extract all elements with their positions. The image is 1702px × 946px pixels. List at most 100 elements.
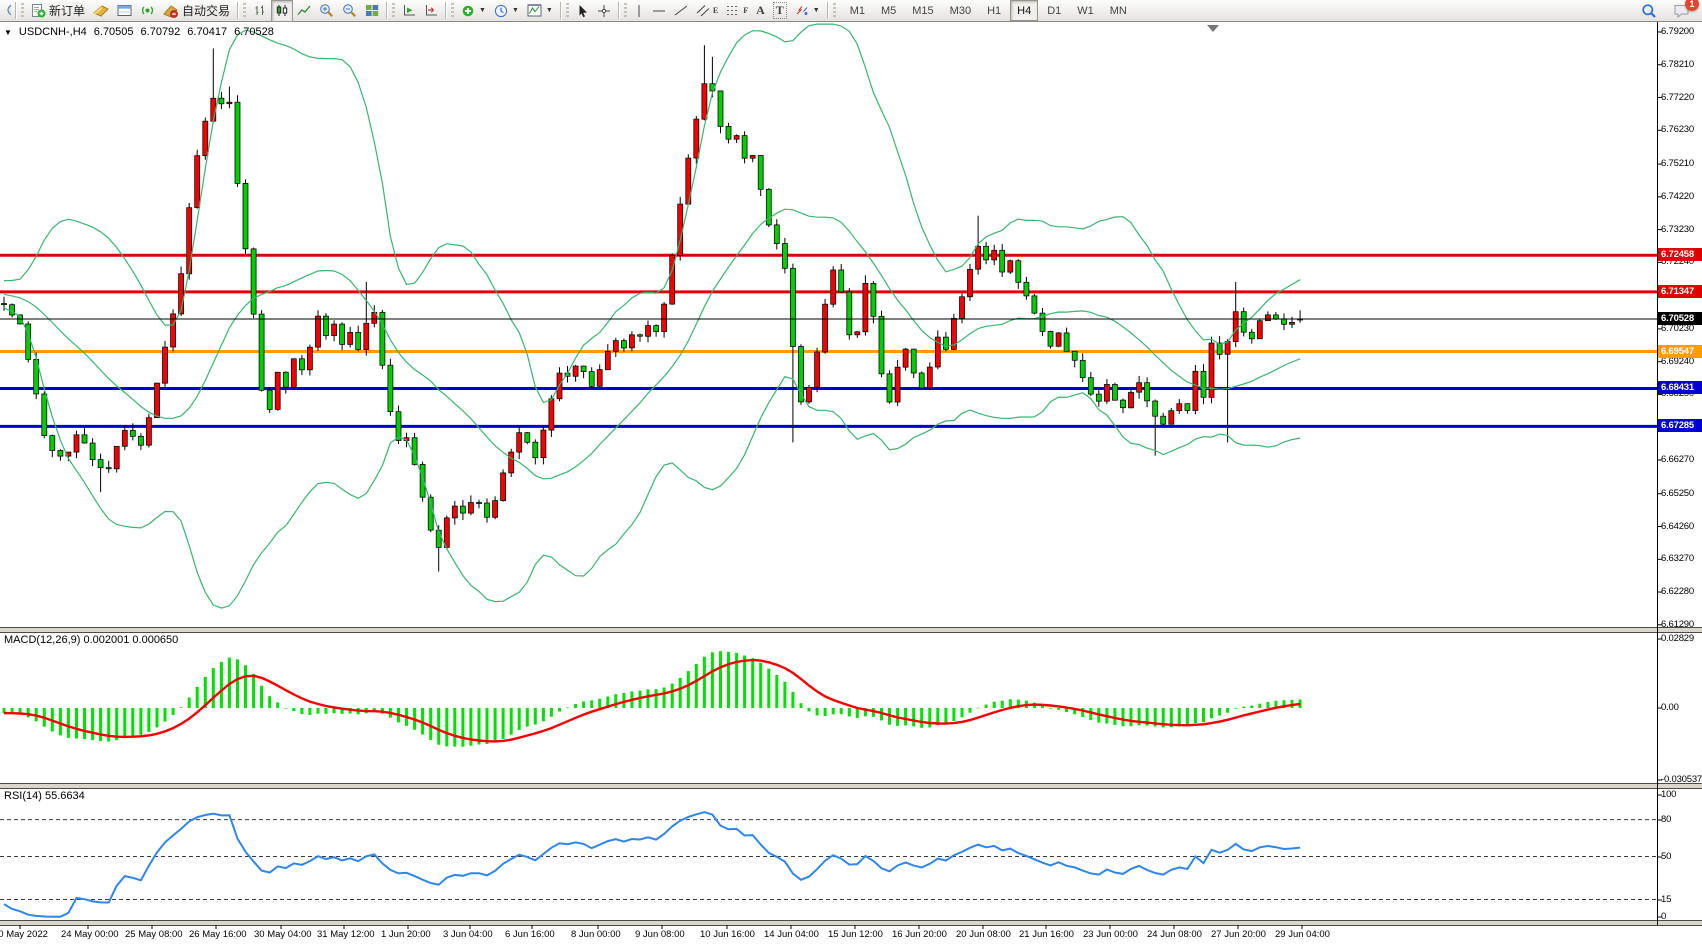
horizontal-line-tool-button[interactable] bbox=[648, 0, 670, 22]
tf-m15-button[interactable]: M15 bbox=[905, 0, 940, 21]
candle-down bbox=[90, 443, 95, 460]
toolbar-grip[interactable] bbox=[624, 3, 627, 18]
macd-histogram-bar bbox=[91, 708, 94, 740]
candle-up bbox=[903, 349, 908, 367]
rsi-axis-tick: 80 bbox=[1661, 814, 1671, 825]
candle-up bbox=[146, 418, 151, 446]
candle-up bbox=[927, 367, 932, 388]
candle-down bbox=[235, 102, 240, 183]
chart-bars-button[interactable] bbox=[249, 0, 271, 22]
toolbar-grip[interactable] bbox=[21, 3, 24, 18]
autotrading-button[interactable]: 自动交易 bbox=[159, 0, 234, 22]
macd-histogram-bar bbox=[518, 708, 521, 730]
macd-histogram-bar bbox=[437, 708, 440, 745]
candle-down bbox=[774, 225, 779, 244]
templates-button[interactable]: ▼ bbox=[523, 0, 557, 22]
candle-up bbox=[468, 503, 473, 514]
macd-histogram-bar bbox=[1194, 708, 1197, 723]
crosshair-button[interactable] bbox=[593, 0, 615, 22]
signals-button[interactable] bbox=[136, 0, 159, 22]
fibonacci-icon bbox=[726, 4, 740, 17]
rsi-axis-tick: 100 bbox=[1661, 789, 1676, 800]
chart-shift-button[interactable] bbox=[420, 0, 442, 22]
zoom-in-button[interactable] bbox=[315, 0, 338, 22]
tf-w1-button[interactable]: W1 bbox=[1070, 0, 1101, 21]
price-axis-tick: 6.73230 bbox=[1661, 224, 1694, 235]
tf-m30-button[interactable]: M30 bbox=[943, 0, 978, 21]
toolbar-grip[interactable] bbox=[566, 3, 569, 18]
price-axis-tick: 6.65250 bbox=[1661, 488, 1694, 499]
macd-histogram-bar bbox=[558, 708, 561, 712]
bollinger-lower-band bbox=[4, 308, 1300, 608]
candle-up bbox=[605, 351, 610, 369]
candle-up bbox=[501, 473, 506, 501]
macd-histogram-bar bbox=[1210, 708, 1213, 718]
vertical-line-tool-button[interactable] bbox=[630, 0, 648, 22]
rsi-axis-tick: 50 bbox=[1661, 851, 1671, 862]
candle-down bbox=[283, 372, 288, 387]
label-tool-button[interactable]: T bbox=[769, 0, 791, 22]
macd-histogram-bar bbox=[574, 704, 577, 708]
candle-down bbox=[356, 332, 361, 349]
clipped-edge-icon[interactable] bbox=[2, 0, 12, 22]
candle-down bbox=[589, 372, 594, 387]
candle-up bbox=[203, 121, 208, 156]
tf-mn-button[interactable]: MN bbox=[1103, 0, 1134, 21]
time-axis-label: 25 May 08:00 bbox=[125, 929, 183, 940]
market-watch-button[interactable] bbox=[89, 0, 113, 22]
toolbar-grip[interactable] bbox=[833, 3, 836, 18]
macd-histogram-bar bbox=[759, 663, 762, 708]
search-button[interactable] bbox=[1637, 0, 1661, 22]
macd-histogram-bar bbox=[308, 708, 311, 715]
tf-d1-button[interactable]: D1 bbox=[1040, 0, 1068, 21]
periods-button[interactable]: ▼ bbox=[490, 0, 523, 22]
macd-histogram-bar bbox=[655, 689, 658, 708]
chart-shift-icon bbox=[424, 4, 438, 17]
macd-histogram-bar bbox=[1258, 704, 1261, 708]
data-window-button[interactable] bbox=[113, 0, 136, 22]
macd-histogram-bar bbox=[920, 708, 923, 728]
candle-up bbox=[1265, 315, 1270, 321]
tf-h4-button[interactable]: H4 bbox=[1010, 0, 1038, 21]
auto-scroll-button[interactable] bbox=[398, 0, 420, 22]
channel-tool-button[interactable]: E bbox=[692, 0, 722, 22]
toolbar-grip[interactable] bbox=[243, 3, 246, 18]
cursor-button[interactable] bbox=[572, 0, 593, 22]
fibonacci-tool-button[interactable]: F bbox=[722, 0, 752, 22]
macd-histogram-bar bbox=[711, 652, 714, 708]
tf-m1-button[interactable]: M1 bbox=[843, 0, 872, 21]
arrows-tool-button[interactable]: ▼ bbox=[791, 0, 824, 22]
candle-up bbox=[662, 304, 667, 331]
one-click-trading-collapse-icon[interactable]: ▼ bbox=[4, 28, 12, 37]
chart-canvas[interactable] bbox=[0, 0, 1702, 946]
label-tool-glyph: T bbox=[773, 2, 787, 19]
macd-histogram-bar bbox=[614, 694, 617, 708]
toolbar-grip[interactable] bbox=[392, 3, 395, 18]
macd-histogram-bar bbox=[582, 702, 585, 709]
candle-up bbox=[517, 433, 522, 452]
toolbar-grip[interactable] bbox=[451, 3, 454, 18]
candle-up bbox=[1177, 404, 1182, 411]
time-axis-label: 8 Jun 00:00 bbox=[571, 929, 621, 940]
zoom-out-button[interactable] bbox=[338, 0, 361, 22]
new-order-button[interactable]: 新订单 bbox=[27, 0, 89, 22]
tf-h1-button[interactable]: H1 bbox=[980, 0, 1008, 21]
candle-up bbox=[541, 430, 546, 458]
chart-candles-button[interactable] bbox=[271, 0, 293, 22]
time-axis-label: 23 Jun 00:00 bbox=[1083, 929, 1138, 940]
candle-up bbox=[364, 323, 369, 349]
candle-down bbox=[82, 435, 87, 443]
add-indicator-button[interactable]: ▼ bbox=[457, 0, 490, 22]
chart-line-button[interactable] bbox=[293, 0, 315, 22]
candlestick-chart-icon bbox=[275, 4, 289, 17]
chat-button[interactable]: 1 bbox=[1669, 0, 1694, 22]
trendline-tool-button[interactable] bbox=[670, 0, 692, 22]
text-tool-button[interactable]: A bbox=[752, 0, 769, 22]
search-icon bbox=[1641, 3, 1657, 19]
tile-windows-button[interactable] bbox=[361, 0, 383, 22]
candle-up bbox=[734, 136, 739, 140]
candle-up bbox=[1290, 322, 1295, 324]
macd-histogram-bar bbox=[317, 708, 320, 714]
panel-splitter bbox=[0, 628, 1702, 632]
tf-m5-button[interactable]: M5 bbox=[874, 0, 903, 21]
